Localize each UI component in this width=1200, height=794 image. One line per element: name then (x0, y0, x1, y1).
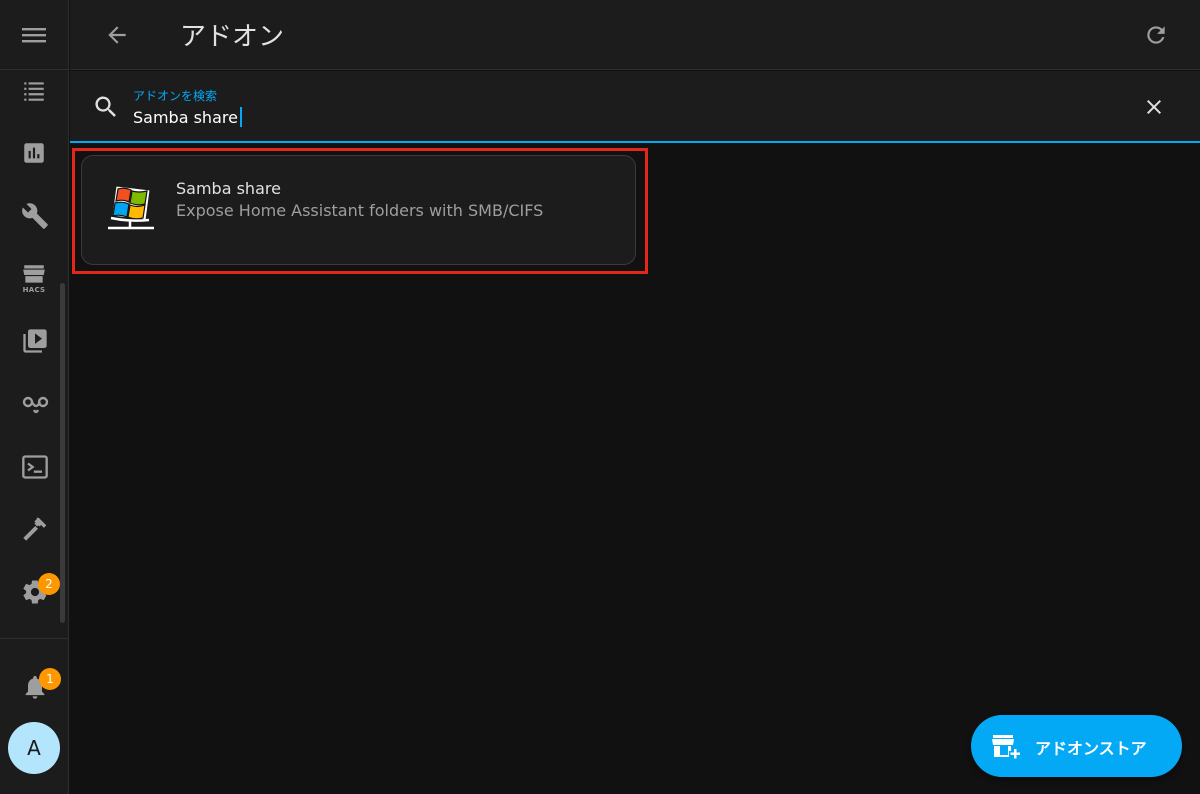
arrow-left-icon (108, 26, 126, 44)
windows-share-logo (108, 185, 154, 230)
addon-description: Expose Home Assistant folders with SMB/C… (176, 201, 544, 220)
user-avatar[interactable]: A (8, 722, 60, 774)
sidebar-divider (0, 638, 69, 639)
text-cursor (240, 107, 242, 127)
wrench-icon (22, 203, 48, 229)
top-app-bar: アドオン (70, 0, 1200, 70)
back-button[interactable] (104, 22, 130, 52)
addon-name: Samba share (176, 179, 281, 198)
sidebar-item-terminal[interactable] (0, 440, 68, 490)
hacs-label: HACS (22, 286, 46, 294)
format-list-icon (24, 82, 44, 101)
notifications-badge: 1 (39, 668, 61, 690)
addon-store-label: アドオンストア (1035, 739, 1147, 758)
refresh-button[interactable] (1143, 22, 1169, 52)
sidebar: HACS 2 1 A (0, 0, 69, 794)
sidebar-item-developer-tools[interactable] (0, 189, 68, 239)
hacs-store-icon (23, 265, 45, 283)
search-input[interactable] (133, 105, 1033, 129)
sidebar-item-media[interactable] (0, 314, 68, 364)
chart-icon (24, 143, 44, 163)
clear-search-button[interactable] (1142, 95, 1166, 123)
menu-button[interactable] (0, 0, 69, 70)
sidebar-item-tools[interactable] (0, 502, 68, 552)
sidebar-item-history[interactable] (0, 127, 68, 177)
sidebar-item-list[interactable] (0, 65, 68, 115)
terminal-icon (22, 455, 48, 479)
search-label: アドオンを検索 (133, 89, 218, 103)
page-title: アドオン (180, 22, 285, 52)
graph-network-icon (22, 396, 49, 414)
hammer-icon (23, 517, 47, 541)
close-icon (1147, 100, 1161, 114)
store-plus-icon (992, 735, 1020, 759)
sidebar-item-graph[interactable] (0, 377, 68, 427)
sidebar-scrollbar[interactable] (60, 283, 65, 623)
search-icon (95, 96, 116, 117)
media-play-icon (23, 329, 47, 353)
addon-store-button[interactable]: アドオンストア (971, 715, 1182, 777)
refresh-icon (1147, 26, 1165, 44)
addon-card-samba-share[interactable]: Samba share Expose Home Assistant folder… (81, 155, 636, 265)
hamburger-menu-icon (22, 28, 46, 43)
settings-badge: 2 (38, 573, 60, 595)
